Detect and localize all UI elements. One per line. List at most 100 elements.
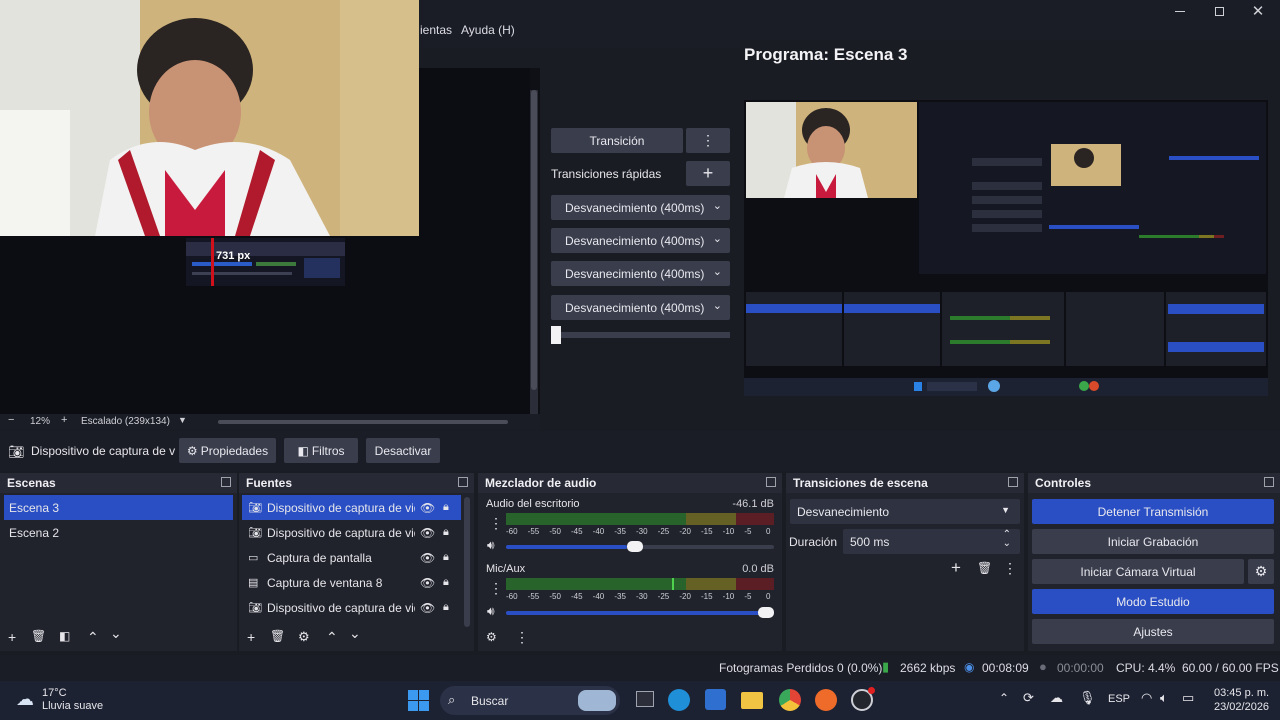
wifi-icon[interactable]: ◠ <box>1141 690 1152 706</box>
transition-button[interactable]: Transición <box>551 128 683 153</box>
quick-transition-item[interactable]: Desvanecimiento (400ms) ⌄ <box>551 261 730 286</box>
quick-transition-item[interactable]: Desvanecimiento (400ms) ⌄ <box>551 195 730 220</box>
add-source-button[interactable]: + <box>247 629 255 645</box>
weather-cloud-icon[interactable]: ☁ <box>16 689 34 710</box>
source-item[interactable]: ▭ Captura de pantalla 👁︎ 🔒︎ <box>242 545 461 570</box>
transition-select[interactable]: Desvanecimiento ▼ <box>790 499 1020 524</box>
stop-stream-button[interactable]: Detener Transmisión <box>1032 499 1274 524</box>
preview-scrollbar-vertical[interactable] <box>530 90 538 414</box>
lock-icon[interactable]: 🔒︎ <box>443 601 449 614</box>
studio-mode-button[interactable]: Modo Estudio <box>1032 589 1274 614</box>
settings-button[interactable]: Ajustes <box>1032 619 1274 644</box>
transition-menu-button[interactable]: ⋮ <box>1003 560 1017 577</box>
channel-menu-button[interactable]: ⋮ <box>489 580 503 597</box>
edge-icon[interactable] <box>668 689 690 711</box>
sources-scrollbar[interactable] <box>464 497 470 627</box>
transition-slider-handle[interactable] <box>551 326 561 344</box>
eye-icon[interactable]: 👁︎ <box>420 576 435 590</box>
spin-down-icon[interactable]: ⌄ <box>1003 538 1011 549</box>
add-scene-button[interactable]: + <box>8 629 16 645</box>
obs-icon[interactable] <box>851 687 875 711</box>
mixer-menu-button[interactable]: ⋮ <box>515 629 529 646</box>
volume-slider[interactable] <box>506 541 774 552</box>
language-indicator[interactable]: ESP <box>1108 693 1130 705</box>
chrome-icon[interactable] <box>779 689 801 711</box>
source-item[interactable]: 📷︎ Dispositivo de captura de vide 👁︎ 🔒︎ <box>242 495 461 520</box>
dock-float-icon[interactable] <box>221 477 231 487</box>
microphone-icon[interactable]: 🎙︎ <box>1079 690 1096 706</box>
source-up-button[interactable]: ⌃ <box>326 629 338 646</box>
speaker-icon[interactable]: 🔊︎ <box>487 538 495 553</box>
dock-float-icon[interactable] <box>766 477 776 487</box>
lock-icon[interactable]: 🔒︎ <box>443 576 449 589</box>
deactivate-button[interactable]: Desactivar <box>366 438 440 463</box>
eye-icon[interactable]: 👁︎ <box>420 501 435 515</box>
zoom-out-button[interactable]: − <box>8 414 14 426</box>
tray-overflow-icon[interactable]: ⌃ <box>999 691 1009 705</box>
sync-icon[interactable]: ⟳ <box>1023 690 1034 706</box>
scene-item[interactable]: Escena 2 <box>4 520 233 545</box>
dock-float-icon[interactable] <box>458 477 468 487</box>
volume-handle[interactable] <box>758 607 774 618</box>
source-item[interactable]: 📷︎ Dispositivo de captura de vide 👁︎ 🔒︎ <box>242 595 461 620</box>
lock-icon[interactable]: 🔒︎ <box>443 526 449 539</box>
volume-handle[interactable] <box>626 541 643 552</box>
scale-dropdown-icon[interactable]: ▼ <box>178 415 187 425</box>
eye-icon[interactable]: 👁︎ <box>420 551 435 565</box>
source-down-button[interactable]: ⌄ <box>349 625 361 642</box>
speaker-icon[interactable]: 🔊︎ <box>487 604 495 619</box>
virtual-cam-settings-button[interactable]: ⚙ <box>1248 559 1274 584</box>
meter-tick-label: -35 <box>614 592 626 601</box>
lock-icon[interactable]: 🔒︎ <box>443 551 449 564</box>
transition-slider[interactable] <box>551 326 730 344</box>
clock-date[interactable]: 23/02/2026 <box>1214 701 1269 713</box>
eye-icon[interactable]: 👁︎ <box>420 526 435 540</box>
transition-menu-button[interactable]: ⋮ <box>686 128 730 153</box>
channel-menu-button[interactable]: ⋮ <box>489 515 503 532</box>
minimize-button[interactable] <box>1160 0 1200 22</box>
delete-source-button[interactable]: 🗑︎ <box>270 629 285 643</box>
store-icon[interactable] <box>705 689 726 710</box>
task-view-icon[interactable] <box>636 691 654 707</box>
meter-tick-label: -25 <box>657 592 670 601</box>
cloud-error-icon[interactable]: ☁ <box>1050 690 1063 706</box>
zoom-in-button[interactable]: + <box>61 414 67 426</box>
source-item[interactable]: 📷︎ Dispositivo de captura de vide 👁︎ 🔒︎ <box>242 520 461 545</box>
eye-icon[interactable]: 👁︎ <box>420 601 435 615</box>
quick-transition-item[interactable]: Desvanecimiento (400ms) ⌄ <box>551 295 730 320</box>
filters-button[interactable]: ◧ Filtros <box>284 438 358 463</box>
source-item[interactable]: ▤ Captura de ventana 8 👁︎ 🔒︎ <box>242 570 461 595</box>
start-virtual-cam-button[interactable]: Iniciar Cámara Virtual <box>1032 559 1244 584</box>
quick-transition-item[interactable]: Desvanecimiento (400ms) ⌄ <box>551 228 730 253</box>
scene-down-button[interactable]: ⌄ <box>110 625 122 642</box>
volume-slider[interactable] <box>506 607 774 618</box>
advanced-audio-gear-icon[interactable]: ⚙ <box>486 630 497 644</box>
delete-transition-button[interactable]: 🗑︎ <box>977 561 992 575</box>
close-button[interactable]: ✕ <box>1238 0 1278 22</box>
meter-tick-label: -25 <box>657 527 670 536</box>
menu-tools[interactable]: ientas <box>420 23 452 37</box>
add-transition-button[interactable]: + <box>951 558 961 578</box>
taskbar-search[interactable]: ⌕ Buscar <box>440 686 620 715</box>
delete-scene-button[interactable]: 🗑︎ <box>31 629 46 643</box>
dock-float-icon[interactable] <box>1264 477 1274 487</box>
file-explorer-icon[interactable] <box>741 692 763 709</box>
clock-time[interactable]: 03:45 p. m. <box>1214 687 1269 699</box>
maximize-button[interactable] <box>1199 0 1239 22</box>
dock-float-icon[interactable] <box>1008 477 1018 487</box>
menu-help[interactable]: Ayuda (H) <box>461 23 515 37</box>
firefox-icon[interactable] <box>815 689 837 711</box>
battery-icon[interactable]: ▭ <box>1182 690 1194 706</box>
lock-icon[interactable]: 🔒︎ <box>443 501 449 514</box>
start-record-button[interactable]: Iniciar Grabación <box>1032 529 1274 554</box>
duration-spinbox[interactable]: 500 ms ⌃ ⌄ <box>843 529 1020 554</box>
volume-icon[interactable]: 🔈︎ <box>1160 690 1168 706</box>
source-properties-button[interactable]: ⚙ <box>298 629 310 645</box>
properties-button[interactable]: ⚙ Propiedades <box>179 438 276 463</box>
scene-item[interactable]: Escena 3 <box>4 495 233 520</box>
add-quick-transition-button[interactable]: + <box>686 161 730 186</box>
preview-scrollbar-horizontal[interactable] <box>218 420 508 424</box>
scene-up-button[interactable]: ⌃ <box>87 629 99 646</box>
scene-filters-button[interactable]: ◧ <box>59 629 70 643</box>
windows-start-icon[interactable] <box>408 690 429 711</box>
